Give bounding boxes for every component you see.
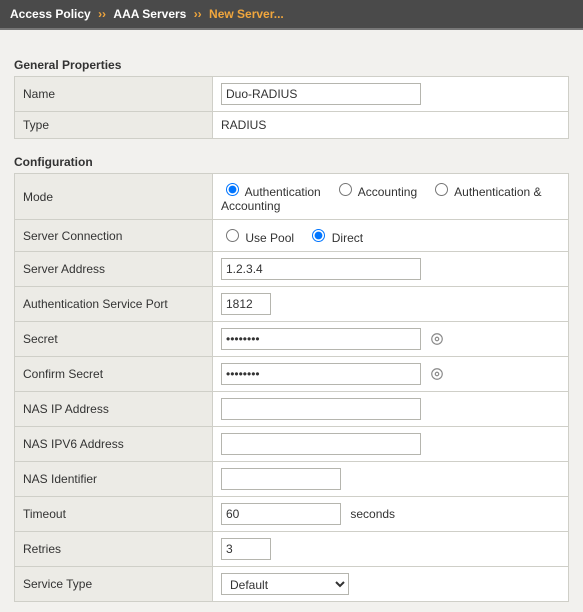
configuration-table: Mode Authentication Accounting Authentic… bbox=[14, 173, 569, 602]
mode-option-accounting[interactable]: Accounting bbox=[334, 185, 420, 199]
breadcrumb-separator: ›› bbox=[190, 7, 206, 21]
type-value: RADIUS bbox=[213, 112, 569, 139]
breadcrumb-item[interactable]: AAA Servers bbox=[113, 7, 186, 21]
retries-label: Retries bbox=[15, 532, 213, 567]
timeout-field[interactable] bbox=[221, 503, 341, 525]
nas-identifier-field[interactable] bbox=[221, 468, 341, 490]
server-address-label: Server Address bbox=[15, 252, 213, 287]
breadcrumb-active: New Server... bbox=[209, 7, 284, 21]
mode-radio-accounting[interactable] bbox=[339, 183, 352, 196]
section-title-general: General Properties bbox=[14, 58, 569, 72]
nas-identifier-label: NAS Identifier bbox=[15, 462, 213, 497]
nas-ip-label: NAS IP Address bbox=[15, 392, 213, 427]
secret-field[interactable] bbox=[221, 328, 421, 350]
breadcrumb: Access Policy ›› AAA Servers ›› New Serv… bbox=[0, 0, 583, 30]
breadcrumb-item[interactable]: Access Policy bbox=[10, 7, 91, 21]
nas-ipv6-label: NAS IPV6 Address bbox=[15, 427, 213, 462]
type-label: Type bbox=[15, 112, 213, 139]
timeout-label: Timeout bbox=[15, 497, 213, 532]
server-connection-label: Server Connection bbox=[15, 220, 213, 252]
server-connection-option-label: Use Pool bbox=[245, 231, 294, 245]
nas-ip-field[interactable] bbox=[221, 398, 421, 420]
reveal-password-icon[interactable] bbox=[430, 367, 444, 384]
confirm-secret-label: Confirm Secret bbox=[15, 357, 213, 392]
mode-option-label: Authentication bbox=[245, 185, 321, 199]
server-connection-radio-pool[interactable] bbox=[226, 229, 239, 242]
service-type-label: Service Type bbox=[15, 567, 213, 602]
reveal-password-icon[interactable] bbox=[430, 332, 444, 349]
mode-label: Mode bbox=[15, 174, 213, 220]
breadcrumb-separator: ›› bbox=[94, 7, 110, 21]
server-connection-radio-direct[interactable] bbox=[312, 229, 325, 242]
server-connection-option-label: Direct bbox=[332, 231, 363, 245]
server-connection-option-pool[interactable]: Use Pool bbox=[221, 231, 297, 245]
mode-radio-authentication[interactable] bbox=[226, 183, 239, 196]
retries-field[interactable] bbox=[221, 538, 271, 560]
timeout-unit: seconds bbox=[350, 507, 395, 521]
mode-option-authentication[interactable]: Authentication bbox=[221, 185, 324, 199]
confirm-secret-field[interactable] bbox=[221, 363, 421, 385]
auth-port-label: Authentication Service Port bbox=[15, 287, 213, 322]
mode-option-label: Accounting bbox=[358, 185, 417, 199]
name-field[interactable] bbox=[221, 83, 421, 105]
server-connection-option-direct[interactable]: Direct bbox=[307, 231, 363, 245]
mode-radio-both[interactable] bbox=[435, 183, 448, 196]
service-type-select[interactable]: Default bbox=[221, 573, 349, 595]
server-address-field[interactable] bbox=[221, 258, 421, 280]
section-title-configuration: Configuration bbox=[14, 155, 569, 169]
nas-ipv6-field[interactable] bbox=[221, 433, 421, 455]
secret-label: Secret bbox=[15, 322, 213, 357]
name-label: Name bbox=[15, 77, 213, 112]
general-properties-table: Name Type RADIUS bbox=[14, 76, 569, 139]
auth-port-field[interactable] bbox=[221, 293, 271, 315]
